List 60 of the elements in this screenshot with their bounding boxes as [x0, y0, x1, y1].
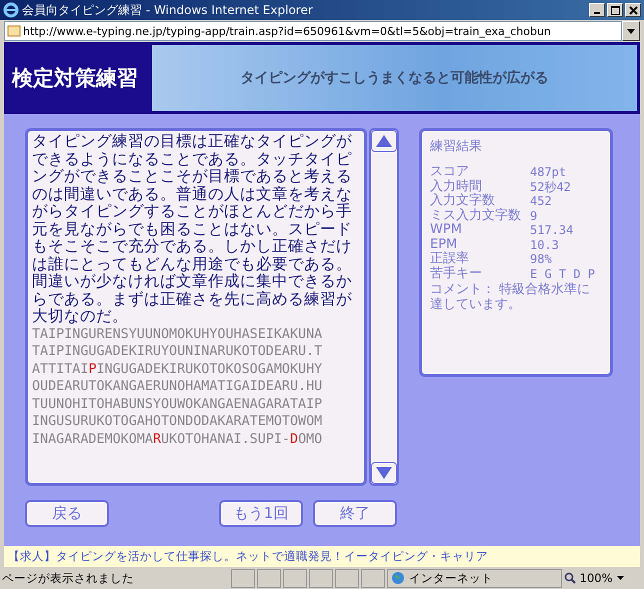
page-icon: [7, 24, 21, 38]
result-value: 517.34: [530, 223, 574, 238]
banner-text: タイピングがすこしうまくなると可能性が広がる: [240, 69, 548, 87]
romaji-line: TUUNOHITOHABUNSYOUWOKANGAENAGARATAIP: [32, 396, 324, 414]
scroll-bar[interactable]: [369, 128, 399, 486]
status-message: ページが表示されました: [2, 570, 135, 586]
browser-logo-icon: [3, 2, 19, 18]
romaji-line: INGUSURUKOTOGAHOTONDODAKARATEMOTOWOM: [32, 413, 324, 432]
close-button[interactable]: [625, 3, 641, 17]
result-label: 苦手キー: [430, 266, 483, 281]
romaji-line: TAIPINGURENSYUUNOMOKUHYOUHASEIKAKUNA: [32, 326, 324, 344]
result-value: 452: [530, 194, 553, 208]
result-label: 入力時間: [430, 180, 482, 194]
result-label: ミス入力文字数: [430, 208, 522, 223]
romaji-line: OUDEARUTOKANGAERUNOHAMATIGAIDEARU.HU: [32, 378, 324, 396]
zoom-control[interactable]: 100%: [564, 571, 642, 585]
status-panel: [335, 568, 360, 588]
result-value: E G T D P: [530, 266, 596, 281]
result-value: 487pt: [530, 165, 568, 180]
dropdown-button[interactable]: [622, 21, 640, 41]
close-icon: [628, 6, 638, 14]
romaji-line: TAIPINGUGADEKIRUYOUNINARUKOTODEARU.T: [32, 343, 324, 361]
results-title: 練習結果: [430, 138, 483, 155]
scroll-up-button[interactable]: [371, 130, 397, 152]
address-field[interactable]: http://www.e-typing.ne.jp/typing-app/train.asp?id=650961&vm=0&tl=5&obj=train_exa_chobun: [4, 21, 622, 41]
result-label: スコア: [430, 165, 470, 179]
page-button[interactable]: 終了: [313, 500, 397, 527]
maximize-icon: [610, 6, 620, 14]
result-value: 10.3: [530, 238, 560, 252]
caret-icon: [627, 28, 635, 34]
scroll-down-button[interactable]: [371, 462, 397, 484]
result-value: 9: [530, 208, 538, 223]
passage-text: タイピング練習の目標は正確なタイピングができるようになることである。タッチタイピングができることこそが目標であると考えるのは間違いである。普通の人は文章を考えながらタイピングすることがほとんどだから手元を見ながらでも困ることはない。スピードもそこそこで充分である。しかし正確さだけは誰にとってもどんな用途でも必要である。間違いが少なければ文章作成に集中できるからである。まずは正確さを先に高める練習が大切なのだ。: [32, 133, 353, 326]
page-title: 検定対策練習: [12, 65, 138, 92]
result-value: 98%: [530, 252, 553, 266]
result-comment: コメント： 特級合格水準に達しています。: [430, 282, 592, 312]
result-label: 正誤率: [430, 252, 470, 266]
result-label: WPM: [430, 223, 463, 238]
caret-icon: [616, 576, 624, 580]
page-button[interactable]: 戻る: [25, 500, 109, 527]
up-triangle-icon: [376, 135, 392, 147]
page-button[interactable]: もう1回: [219, 500, 303, 527]
result-value: 52秒42: [530, 180, 572, 194]
globe-icon: [391, 571, 406, 585]
status-panel: [283, 568, 308, 588]
status-panel: [309, 568, 334, 588]
security-zone: インターネット: [409, 570, 494, 586]
result-label: EPM: [430, 238, 458, 252]
magnifier-icon: [564, 572, 576, 584]
window-title: 会員向タイピング練習 - Windows Internet Explorer: [22, 2, 314, 18]
down-triangle-icon: [376, 467, 392, 479]
romaji-line: ATTITAIPINGUGADEKIRUKOTOKOSOGAMOKUHY: [32, 360, 324, 378]
minimize-button[interactable]: [589, 3, 605, 17]
status-panel: [257, 568, 282, 588]
romaji-line: INAGARADEMOKOMARUKOTOHANAI.SUPI-DOMO: [32, 431, 324, 449]
status-panel: [231, 568, 256, 588]
maximize-button[interactable]: [607, 3, 623, 17]
job-ad-link[interactable]: 【求人】タイピングを活かして仕事探し。ネットで適職発見！イータイピング・キャリア: [8, 549, 488, 564]
status-panel: [361, 568, 386, 588]
result-label: 入力文字数: [430, 194, 496, 208]
